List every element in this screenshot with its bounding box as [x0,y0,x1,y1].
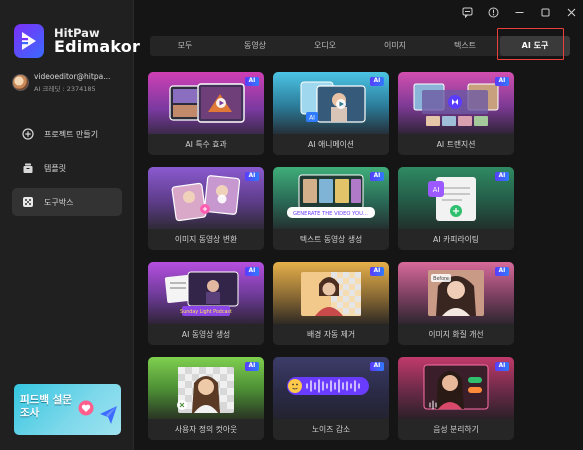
window-controls [453,0,583,24]
thumbnail: GENERATE THE VIDEO YOU... AI [273,167,389,229]
thumbnail: AI AI [398,167,514,229]
close-icon [567,8,575,16]
avatar[interactable] [12,73,29,91]
ai-credits: AI 크레딧 : 2374185 [34,84,96,93]
tab-audio[interactable]: 오디오 [290,36,360,56]
tab-text[interactable]: 텍스트 [430,36,500,56]
sidebar-nav: 프로젝트 만들기 템플릿 도구박스 [12,120,122,222]
edimakor-logo-icon [14,24,44,58]
tool-label: AI 카피라이팅 [398,229,514,250]
ai-badge: AI [495,362,509,371]
tool-card-text-to-video[interactable]: GENERATE THE VIDEO YOU... AI 텍스트 동영상 생성 [273,167,389,250]
sidebar-item-toolbox[interactable]: 도구박스 [12,188,122,216]
tool-label: AI 애니메이션 [273,134,389,155]
paper-plane-icon [100,406,117,424]
ai-badge: AI [495,267,509,276]
tool-label: 텍스트 동영상 생성 [273,229,389,250]
user-email: videoeditor@hitpa... [34,71,111,81]
ai-badge: AI [245,362,259,371]
tool-label: 이미지 화질 개선 [398,324,514,345]
minimize-button[interactable] [507,1,531,23]
logo-line2: Edimakor [54,36,141,56]
maximize-button[interactable] [533,1,557,23]
generate-prompt-text: GENERATE THE VIDEO YOU... [293,211,368,217]
ai-badge: AI [245,172,259,181]
maximize-icon [541,8,549,16]
app-logo: HitPaw Edimakor [14,24,140,58]
ai-badge: AI [245,77,259,86]
feedback-icon [462,7,472,18]
thumbnail: AI [148,357,264,419]
sidebar-item-label: 템플릿 [44,163,67,173]
tool-label: 음성 분리하기 [398,419,514,440]
info-button[interactable] [481,1,505,23]
thumbnail: AI [148,72,264,134]
promo-text: 피드백 설문조사 [20,394,72,420]
ai-badge: AI [495,172,509,181]
tool-label: 노이즈 감소 [273,419,389,440]
thumbnail: AI [148,167,264,229]
ai-badge: AI [370,77,384,86]
feedback-survey-banner[interactable]: 피드백 설문조사 [14,384,121,435]
tool-label: 사용자 정의 컷아웃 [148,419,264,440]
tab-all[interactable]: 모두 [150,36,220,56]
ai-badge: AI [245,267,259,276]
ai-badge: AI [370,362,384,371]
ai-badge: AI [370,267,384,276]
before-text: Before [433,276,449,282]
feedback-button[interactable] [455,1,479,23]
tool-label: AI 특수 효과 [148,134,264,155]
ai-chip-text: AI [433,186,440,194]
tool-card-image-enhancer[interactable]: Before AI 이미지 화질 개선 [398,262,514,345]
tool-card-ai-video-generation[interactable]: Sunday Light Podcast AI AI 동영상 생성 [148,262,264,345]
thumbnail: AI [273,357,389,419]
close-button[interactable] [559,1,583,23]
sidebar: HitPaw Edimakor videoeditor@hitpa... AI … [0,0,140,450]
template-icon [23,163,33,173]
user-account-card[interactable]: videoeditor@hitpa... AI 크레딧 : 2374185 [12,68,121,96]
tool-card-ai-animation[interactable]: AI AI AI 애니메이션 [273,72,389,155]
tool-card-vocal-separation[interactable]: AI 음성 분리하기 [398,357,514,440]
tool-label: AI 트랜지션 [398,134,514,155]
tool-card-noise-reduction[interactable]: AI 노이즈 감소 [273,357,389,440]
tool-card-auto-background-removal[interactable]: AI 배경 자동 제거 [273,262,389,345]
plus-circle-icon [22,128,34,140]
heart-icon [78,400,94,416]
ai-chip-text: AI [309,115,315,122]
thumbnail: AI AI [273,72,389,134]
thumbnail: Sunday Light Podcast AI [148,262,264,324]
thumbnail: AI [398,357,514,419]
ai-badge: AI [495,77,509,86]
tab-video[interactable]: 동영상 [220,36,290,56]
category-tabs: 모두 동영상 오디오 이미지 텍스트 AI 도구 [150,36,570,56]
tool-label: AI 동영상 생성 [148,324,264,345]
sidebar-item-create-project[interactable]: 프로젝트 만들기 [12,120,122,148]
thumbnail: AI [273,262,389,324]
tool-card-ai-transition[interactable]: AI AI 트랜지션 [398,72,514,155]
thumbnail: Before AI [398,262,514,324]
minimize-icon [515,11,523,13]
sidebar-item-label: 도구박스 [44,197,74,207]
tool-card-image-to-video[interactable]: AI 이미지 동영상 변환 [148,167,264,250]
sidebar-item-templates[interactable]: 템플릿 [12,154,122,182]
tool-card-ai-special-effects[interactable]: AI AI 특수 효과 [148,72,264,155]
ai-badge: AI [370,172,384,181]
tab-image[interactable]: 이미지 [360,36,430,56]
podcast-text: Sunday Light Podcast [180,309,232,315]
tool-card-ai-copywriting[interactable]: AI AI AI 카피라이팅 [398,167,514,250]
tool-label: 배경 자동 제거 [273,324,389,345]
sidebar-item-label: 프로젝트 만들기 [44,129,99,139]
thumbnail: AI [398,72,514,134]
tool-card-custom-cutout[interactable]: AI 사용자 정의 컷아웃 [148,357,264,440]
tool-label: 이미지 동영상 변환 [148,229,264,250]
toolbox-dice-icon [23,197,33,207]
info-icon [488,7,498,17]
tab-ai-tools[interactable]: AI 도구 [500,36,570,56]
